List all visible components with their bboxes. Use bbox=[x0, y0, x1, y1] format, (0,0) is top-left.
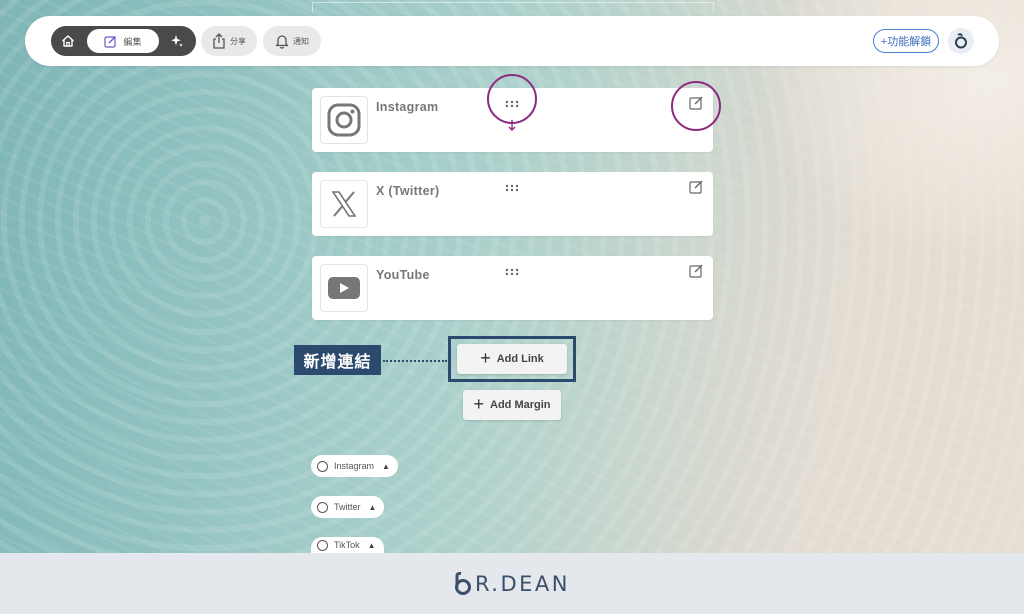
triangle-up-icon[interactable]: ▲ bbox=[369, 503, 377, 512]
plus-icon: + bbox=[473, 394, 484, 414]
link-title: X (Twitter) bbox=[376, 184, 440, 198]
edit-mode-button[interactable]: 編集 bbox=[87, 29, 159, 53]
edit-mode-label: 編集 bbox=[123, 36, 142, 47]
link-title: YouTube bbox=[376, 268, 430, 282]
bell-icon bbox=[275, 35, 289, 49]
add-link-button[interactable]: + Add Link bbox=[457, 344, 567, 374]
annotation-connector bbox=[383, 360, 447, 362]
share-label: 分享 bbox=[230, 36, 246, 46]
brand-logo: R.DEAN bbox=[454, 571, 571, 596]
dr-dean-logo-icon bbox=[454, 571, 471, 595]
add-margin-label: Add Margin bbox=[490, 399, 551, 411]
edit-highlight-circle bbox=[671, 81, 721, 131]
radio-icon[interactable] bbox=[317, 501, 328, 513]
top-toolbar: 編集 分享 通知 +功能解鎖 bbox=[25, 16, 999, 66]
avatar[interactable] bbox=[948, 28, 974, 54]
triangle-up-icon[interactable]: ▲ bbox=[382, 462, 390, 471]
edit-icon bbox=[104, 35, 117, 48]
sparkle-icon bbox=[171, 35, 183, 47]
instagram-icon bbox=[327, 103, 361, 137]
plus-icon: + bbox=[480, 348, 491, 368]
unlock-features-button[interactable]: +功能解鎖 bbox=[873, 29, 939, 53]
notify-label: 通知 bbox=[293, 36, 309, 46]
annotation-label: 新增連結 bbox=[294, 345, 381, 375]
drag-handle-icon[interactable] bbox=[504, 268, 520, 276]
link-thumbnail bbox=[320, 180, 368, 228]
radio-icon[interactable] bbox=[317, 460, 328, 472]
background-frame bbox=[312, 2, 714, 12]
social-chip-tiktok[interactable]: TikTok ▲ bbox=[311, 537, 384, 553]
chip-label: Twitter bbox=[334, 502, 361, 512]
edit-link-icon[interactable] bbox=[689, 264, 703, 278]
edit-link-icon[interactable] bbox=[689, 180, 703, 194]
link-card-youtube[interactable]: YouTube bbox=[312, 256, 713, 320]
link-thumbnail bbox=[320, 264, 368, 312]
brand-text: R.DEAN bbox=[474, 571, 571, 596]
add-margin-button[interactable]: + Add Margin bbox=[463, 390, 561, 420]
share-icon bbox=[213, 33, 225, 49]
radio-icon[interactable] bbox=[317, 539, 328, 551]
link-title: Instagram bbox=[376, 100, 439, 114]
ai-button[interactable] bbox=[168, 32, 186, 50]
social-chip-instagram[interactable]: Instagram ▲ bbox=[311, 455, 398, 477]
share-button[interactable]: 分享 bbox=[201, 26, 257, 56]
youtube-icon bbox=[328, 277, 360, 299]
footer: R.DEAN bbox=[0, 553, 1024, 614]
home-icon bbox=[62, 35, 74, 47]
add-link-label: Add Link bbox=[496, 353, 544, 365]
x-twitter-icon bbox=[331, 191, 357, 217]
home-button[interactable] bbox=[59, 32, 77, 50]
arrow-down-icon bbox=[508, 120, 516, 131]
triangle-up-icon[interactable]: ▲ bbox=[368, 541, 376, 550]
logo-icon bbox=[955, 33, 967, 49]
link-card-x-twitter[interactable]: X (Twitter) bbox=[312, 172, 713, 236]
mode-switcher: 編集 bbox=[51, 26, 196, 56]
drag-handle-icon[interactable] bbox=[504, 184, 520, 192]
link-thumbnail bbox=[320, 96, 368, 144]
chip-label: Instagram bbox=[334, 461, 375, 471]
notification-button[interactable]: 通知 bbox=[263, 26, 321, 56]
social-chip-twitter[interactable]: Twitter ▲ bbox=[311, 496, 385, 518]
drag-highlight-circle bbox=[487, 74, 537, 124]
chip-label: TikTok bbox=[334, 540, 360, 550]
